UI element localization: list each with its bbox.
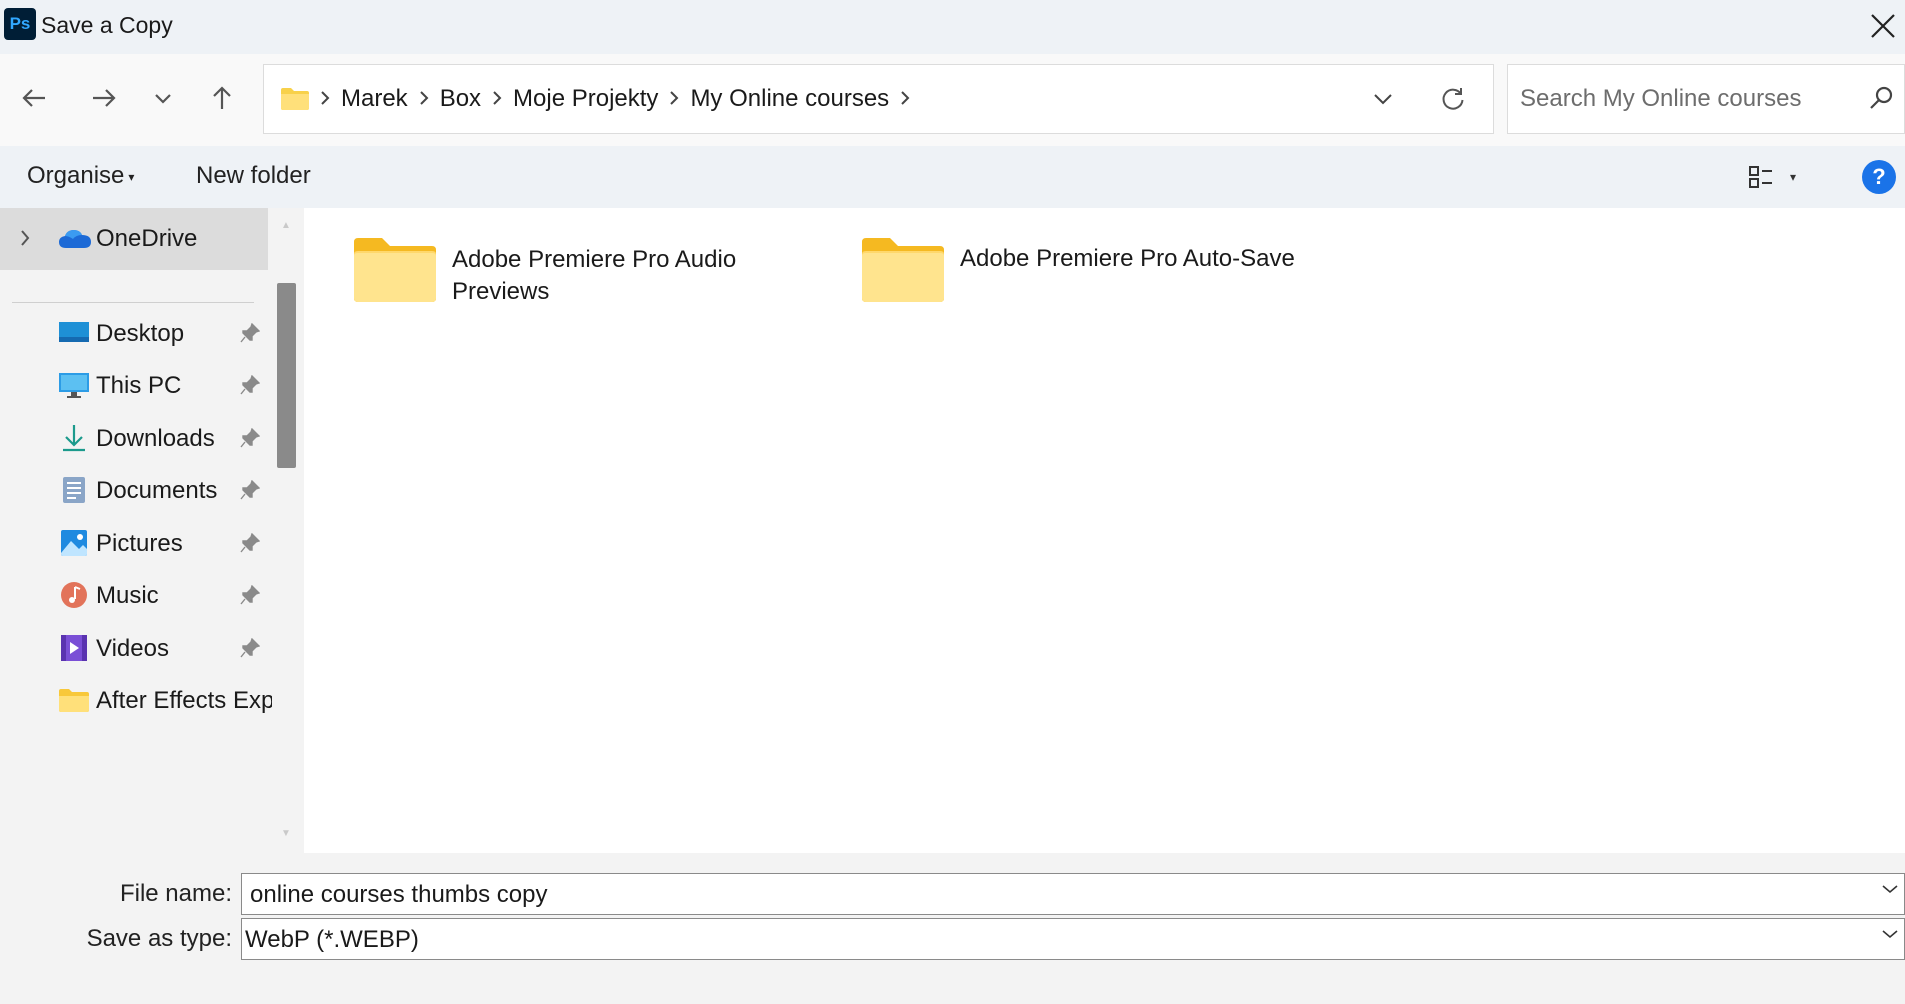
chevron-down-icon[interactable] <box>1882 929 1898 939</box>
view-options-button[interactable]: ▾ <box>1748 160 1818 194</box>
refresh-icon <box>1442 88 1464 110</box>
breadcrumb-item[interactable]: My Online courses <box>680 85 899 113</box>
folder-item[interactable]: Adobe Premiere Pro Audio Previews <box>352 236 832 326</box>
navigation-pane: OneDrive Desktop This PC Downloads Docum… <box>0 208 300 853</box>
file-list: Adobe Premiere Pro Audio Previews Adobe … <box>304 208 1905 853</box>
sidebar-item-label: After Effects Exp <box>96 687 275 714</box>
sidebar-item-label: OneDrive <box>96 225 198 252</box>
sidebar-item-label: Music <box>96 582 159 609</box>
navigation-bar: Marek Box Moje Projekty My Online course… <box>0 54 1905 146</box>
chevron-right-icon[interactable] <box>668 85 680 113</box>
close-button[interactable] <box>1863 6 1903 46</box>
folder-name: Adobe Premiere Pro Audio Previews <box>452 246 737 305</box>
save-form: File name: online courses thumbs copy Sa… <box>0 853 1905 1004</box>
forward-button[interactable] <box>82 76 126 120</box>
desktop-icon <box>59 322 89 342</box>
breadcrumb-item[interactable]: Marek <box>331 85 418 113</box>
pin-icon <box>240 638 260 658</box>
chevron-right-icon[interactable] <box>418 85 430 113</box>
divider <box>12 302 254 303</box>
save-type-label: Save as type: <box>86 925 232 952</box>
chevron-right-icon[interactable] <box>899 85 911 113</box>
address-bar[interactable]: Marek Box Moje Projekty My Online course… <box>263 64 1494 134</box>
breadcrumb-item[interactable]: Box <box>430 85 491 113</box>
close-icon <box>1871 14 1895 38</box>
file-name-value: online courses thumbs copy <box>250 881 548 908</box>
search-input[interactable] <box>1520 65 1850 133</box>
pin-icon <box>240 323 260 343</box>
help-button[interactable]: ? <box>1862 160 1896 194</box>
folder-name: Adobe Premiere Pro Auto-Save <box>960 245 1295 272</box>
window-title: Save a Copy <box>41 12 173 38</box>
chevron-right-icon[interactable] <box>18 228 32 248</box>
sidebar-item-pictures[interactable]: Pictures <box>0 515 268 571</box>
refresh-button[interactable] <box>1433 79 1473 119</box>
chevron-down-icon <box>1374 94 1392 105</box>
arrow-left-icon <box>22 89 45 107</box>
search-icon <box>1870 86 1893 109</box>
new-folder-button[interactable]: New folder <box>196 162 311 190</box>
chevron-right-icon[interactable] <box>491 85 503 113</box>
up-button[interactable] <box>200 76 244 120</box>
organise-menu[interactable]: Organise ▾ <box>27 162 134 190</box>
videos-icon <box>61 635 87 661</box>
folder-icon <box>281 88 309 110</box>
pin-icon <box>240 533 260 553</box>
folder-icon <box>862 238 944 302</box>
address-history-button[interactable] <box>1363 81 1403 117</box>
onedrive-cloud-icon <box>59 230 91 248</box>
pin-icon <box>240 585 260 605</box>
organise-label: Organise <box>27 162 125 189</box>
sidebar-item-label: Videos <box>96 635 169 662</box>
folder-icon <box>59 689 89 712</box>
chevron-right-icon <box>319 85 331 113</box>
file-name-field[interactable]: online courses thumbs copy <box>241 873 1905 915</box>
title-bar: Ps Save a Copy <box>0 0 1905 54</box>
sidebar-item-desktop[interactable]: Desktop <box>0 305 268 361</box>
command-bar: Organise ▾ New folder ▾ ? <box>0 146 1905 208</box>
scroll-up-arrow-icon[interactable]: ▲ <box>281 220 291 231</box>
file-name-label: File name: <box>119 880 232 907</box>
sidebar-item-videos[interactable]: Videos <box>0 620 268 676</box>
sidebar-item-downloads[interactable]: Downloads <box>0 410 268 466</box>
sidebar-item-this-pc[interactable]: This PC <box>0 357 268 413</box>
sidebar-item-label: This PC <box>96 372 182 399</box>
view-layout-icon <box>1749 166 1772 188</box>
caret-down-icon: ▾ <box>1790 170 1797 184</box>
music-icon <box>61 582 87 608</box>
caret-down-icon: ▾ <box>128 169 135 184</box>
sidebar-item-label: Downloads <box>96 425 215 452</box>
save-type-select[interactable]: WebP (*.WEBP) <box>241 918 1905 960</box>
chevron-down-icon <box>155 94 171 104</box>
pictures-icon <box>61 530 87 556</box>
sidebar-item-label: Documents <box>96 477 218 504</box>
monitor-icon <box>59 373 89 398</box>
pin-icon <box>240 428 260 448</box>
pin-icon <box>240 375 260 395</box>
sidebar-item-onedrive[interactable]: OneDrive <box>0 208 268 270</box>
save-type-value: WebP (*.WEBP) <box>245 926 419 953</box>
search-box[interactable] <box>1507 64 1905 134</box>
breadcrumb: Marek Box Moje Projekty My Online course… <box>319 65 911 133</box>
download-icon <box>63 425 85 452</box>
sidebar-item-documents[interactable]: Documents <box>0 462 268 518</box>
recent-locations-button[interactable] <box>141 76 185 120</box>
documents-icon <box>63 477 85 503</box>
folder-icon <box>354 238 436 302</box>
sidebar-item-label: Desktop <box>96 320 185 347</box>
pin-icon <box>240 480 260 500</box>
sidebar-item-after-effects-exp[interactable]: After Effects Exp <box>0 672 274 728</box>
back-button[interactable] <box>12 76 56 120</box>
chevron-down-icon[interactable] <box>1882 884 1898 894</box>
folder-item[interactable]: Adobe Premiere Pro Auto-Save <box>860 236 1340 326</box>
sidebar-scroll-thumb[interactable] <box>277 283 296 468</box>
photoshop-app-icon: Ps <box>4 8 36 40</box>
arrow-right-icon <box>93 89 116 107</box>
sidebar-item-music[interactable]: Music <box>0 567 268 623</box>
scroll-down-arrow-icon[interactable]: ▼ <box>281 828 291 839</box>
sidebar-item-label: Pictures <box>96 530 183 557</box>
arrow-up-icon <box>213 86 231 109</box>
breadcrumb-item[interactable]: Moje Projekty <box>503 85 668 113</box>
